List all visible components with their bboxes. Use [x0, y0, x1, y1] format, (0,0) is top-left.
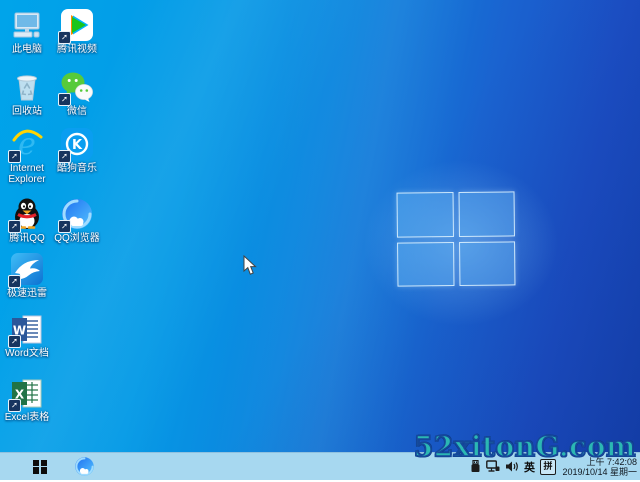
start-button[interactable]	[26, 453, 54, 480]
recycle-bin-icon	[10, 70, 44, 104]
icon-label: QQ浏览器	[54, 233, 100, 244]
xunlei-icon: ➚	[10, 252, 44, 286]
shortcut-arrow-badge: ➚	[8, 275, 21, 288]
icon-label: 微信	[67, 106, 87, 117]
desktop-icon-wechat[interactable]: ➚ 微信	[50, 70, 104, 117]
shortcut-arrow-badge: ➚	[8, 399, 21, 412]
icon-label: 回收站	[12, 106, 42, 117]
shortcut-arrow-badge: ➚	[8, 335, 21, 348]
icon-label: 腾讯视频	[57, 44, 97, 55]
desktop-icon-this-pc[interactable]: 此电脑	[0, 8, 54, 55]
qq-browser-icon: ➚	[60, 197, 94, 231]
windows-logo-pane	[397, 192, 454, 237]
windows-start-icon	[33, 460, 47, 474]
windows-logo-pane	[458, 191, 515, 236]
wechat-icon: ➚	[60, 70, 94, 104]
svg-text:K: K	[72, 138, 83, 153]
desktop-icon-tencent-qq[interactable]: ➚ 腾讯QQ	[0, 197, 54, 244]
icon-label: 酷狗音乐	[57, 163, 97, 174]
desktop-icon-internet-explorer[interactable]: e ➚ Internet Explorer	[0, 127, 54, 185]
icon-label: 极速迅雷	[7, 288, 47, 299]
tencent-video-icon: ➚	[60, 8, 94, 42]
clock-date: 2019/10/14 星期一	[561, 467, 637, 477]
watermark-text: 52xitonG.com	[414, 430, 636, 463]
icon-label: Word文档	[5, 348, 49, 359]
desktop-icon-recycle-bin[interactable]: 回收站	[0, 70, 54, 117]
windows-logo-pane	[397, 242, 454, 287]
excel-icon: X ➚	[10, 376, 44, 410]
kugou-music-icon: K ➚	[60, 127, 94, 161]
icon-label: 此电脑	[12, 44, 42, 55]
word-icon: W ➚	[10, 312, 44, 346]
this-pc-icon	[10, 8, 44, 42]
shortcut-arrow-badge: ➚	[58, 31, 71, 44]
desktop-icon-xunlei[interactable]: ➚ 极速迅雷	[0, 252, 54, 299]
desktop-icon-qq-browser[interactable]: ➚ QQ浏览器	[50, 197, 104, 244]
shortcut-arrow-badge: ➚	[8, 150, 21, 163]
icon-label: 腾讯QQ	[9, 233, 45, 244]
tencent-qq-icon: ➚	[10, 197, 44, 231]
desktop-icon-word[interactable]: W ➚ Word文档	[0, 312, 54, 359]
desktop-icon-kugou[interactable]: K ➚ 酷狗音乐	[50, 127, 104, 174]
desktop-icon-excel[interactable]: X ➚ Excel表格	[0, 376, 54, 423]
shortcut-arrow-badge: ➚	[8, 220, 21, 233]
taskbar-qq-browser-button[interactable]	[74, 456, 95, 477]
shortcut-arrow-badge: ➚	[58, 93, 71, 106]
windows-logo	[397, 191, 516, 286]
icon-label: Excel表格	[5, 412, 49, 423]
shortcut-arrow-badge: ➚	[58, 220, 71, 233]
shortcut-arrow-badge: ➚	[58, 150, 71, 163]
internet-explorer-icon: e ➚	[10, 127, 44, 161]
icon-label: Internet Explorer	[0, 163, 54, 185]
windows-logo-pane	[459, 241, 516, 286]
desktop-icon-tencent-video[interactable]: ➚ 腾讯视频	[50, 8, 104, 55]
